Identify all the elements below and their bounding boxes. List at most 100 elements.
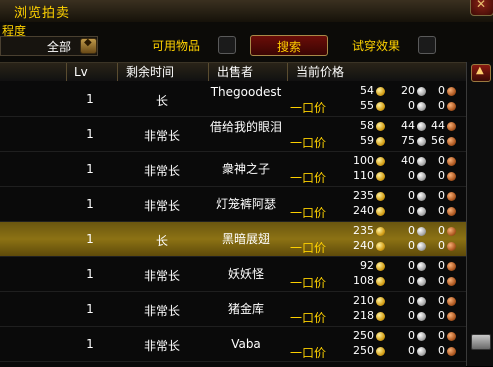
table-row[interactable]: 1 非常长 Vaba 250 0 0 一口价 250 0 0 bbox=[0, 327, 466, 362]
window-title-bar: 浏览拍卖 ✕ bbox=[0, 0, 493, 23]
copper-coin-icon bbox=[447, 157, 456, 166]
copper-coin-icon bbox=[447, 347, 456, 356]
close-button[interactable]: ✕ bbox=[470, 0, 493, 16]
buyout-copper: 0 bbox=[438, 344, 445, 357]
bid-silver: 0 bbox=[408, 189, 415, 202]
gold-coin-icon bbox=[376, 242, 385, 251]
row-seller: 黑暗展翅 bbox=[221, 232, 270, 246]
row-buyout-price: 一口价 218 0 0 bbox=[290, 309, 460, 325]
quality-dropdown[interactable]: 全部 ◆ bbox=[0, 36, 98, 56]
gold-coin-icon bbox=[376, 347, 385, 356]
row-seller: 借给我的眼泪 bbox=[209, 120, 282, 134]
buyout-label: 一口价 bbox=[290, 136, 327, 150]
gold-coin-icon bbox=[376, 332, 385, 341]
copper-coin-icon bbox=[447, 87, 456, 96]
buyout-copper: 0 bbox=[438, 239, 445, 252]
row-buyout-price: 一口价 240 0 0 bbox=[290, 204, 460, 220]
row-bid-price: 58 44 44 bbox=[290, 119, 460, 133]
bid-silver: 40 bbox=[401, 154, 415, 167]
row-level: 1 bbox=[86, 197, 94, 211]
bid-silver: 0 bbox=[408, 294, 415, 307]
copper-coin-icon bbox=[447, 227, 456, 236]
scroll-up-button[interactable]: ▲ bbox=[471, 64, 491, 82]
buyout-gold: 108 bbox=[353, 274, 374, 287]
row-time-left: 非常长 bbox=[143, 269, 180, 283]
row-level: 1 bbox=[86, 302, 94, 316]
scrollbar[interactable]: ▲ bbox=[466, 62, 493, 366]
copper-coin-icon bbox=[447, 172, 456, 181]
buyout-gold: 55 bbox=[360, 99, 374, 112]
bid-copper: 0 bbox=[438, 154, 445, 167]
row-level: 1 bbox=[86, 127, 94, 141]
gold-coin-icon bbox=[376, 137, 385, 146]
row-bid-price: 92 0 0 bbox=[290, 259, 460, 273]
bid-gold: 210 bbox=[353, 294, 374, 307]
buyout-copper: 0 bbox=[438, 274, 445, 287]
row-buyout-price: 一口价 55 0 0 bbox=[290, 99, 460, 115]
table-row[interactable]: 1 非常长 灯笼裤阿瑟 235 0 0 一口价 240 0 0 bbox=[0, 187, 466, 222]
row-seller: 猪金库 bbox=[227, 302, 264, 316]
bid-gold: 235 bbox=[353, 189, 374, 202]
quality-dropdown-value: 全部 bbox=[47, 40, 72, 54]
buyout-gold: 59 bbox=[360, 134, 374, 147]
buyout-copper: 56 bbox=[431, 134, 445, 147]
table-row[interactable]: 1 长 黑暗展翅 235 0 0 一口价 240 0 0 bbox=[0, 222, 466, 257]
gold-coin-icon bbox=[376, 312, 385, 321]
bid-silver: 44 bbox=[401, 119, 415, 132]
gold-coin-icon bbox=[376, 297, 385, 306]
row-buyout-price: 一口价 250 0 0 bbox=[290, 344, 460, 360]
row-level: 1 bbox=[86, 267, 94, 281]
table-row[interactable]: 1 非常长 衆神之子 100 40 0 一口价 110 0 0 bbox=[0, 152, 466, 187]
bid-copper: 44 bbox=[431, 119, 445, 132]
search-button[interactable]: 搜索 bbox=[250, 35, 328, 56]
buyout-gold: 110 bbox=[353, 169, 374, 182]
gold-coin-icon bbox=[376, 122, 385, 131]
scroll-thumb[interactable] bbox=[471, 334, 491, 350]
bid-silver: 0 bbox=[408, 259, 415, 272]
buyout-gold: 240 bbox=[353, 239, 374, 252]
bid-copper: 0 bbox=[438, 329, 445, 342]
copper-coin-icon bbox=[447, 137, 456, 146]
row-seller: 灯笼裤阿瑟 bbox=[215, 197, 276, 211]
bid-gold: 250 bbox=[353, 329, 374, 342]
bid-copper: 0 bbox=[438, 294, 445, 307]
preview-checkbox[interactable] bbox=[418, 36, 436, 54]
dropdown-arrow-button[interactable]: ◆ bbox=[80, 37, 97, 54]
bid-silver: 0 bbox=[408, 329, 415, 342]
sort-lv[interactable]: Lv bbox=[66, 63, 117, 81]
copper-coin-icon bbox=[447, 297, 456, 306]
arrow-up-icon: ▲ bbox=[476, 65, 484, 76]
row-seller: Thegoodest bbox=[210, 85, 282, 99]
gold-coin-icon bbox=[376, 157, 385, 166]
bid-copper: 0 bbox=[438, 224, 445, 237]
table-header: Lv 剩余时间 出售者 当前价格 bbox=[0, 63, 466, 81]
sort-time[interactable]: 剩余时间 bbox=[117, 63, 206, 81]
row-seller: 妖妖怪 bbox=[227, 267, 264, 281]
table-row[interactable]: 1 非常长 借给我的眼泪 58 44 44 一口价 59 75 56 bbox=[0, 117, 466, 152]
row-level: 1 bbox=[86, 337, 94, 351]
buyout-silver: 0 bbox=[408, 239, 415, 252]
table-row[interactable]: 1 非常长 妖妖怪 92 0 0 一口价 108 0 0 bbox=[0, 257, 466, 292]
table-row[interactable]: 1 长 Thegoodest 54 20 0 一口价 55 0 0 bbox=[0, 82, 466, 117]
row-level: 1 bbox=[86, 232, 94, 246]
table-row[interactable]: 1 非常长 猪金库 210 0 0 一口价 218 0 0 bbox=[0, 292, 466, 327]
buyout-silver: 0 bbox=[408, 99, 415, 112]
row-time-left: 非常长 bbox=[143, 199, 180, 213]
row-buyout-price: 一口价 59 75 56 bbox=[290, 134, 460, 150]
buyout-label: 一口价 bbox=[290, 276, 327, 290]
usable-items-checkbox[interactable] bbox=[218, 36, 236, 54]
gold-coin-icon bbox=[376, 207, 385, 216]
bid-gold: 235 bbox=[353, 224, 374, 237]
auction-table: Lv 剩余时间 出售者 当前价格 1 长 Thegoodest 54 20 0 … bbox=[0, 62, 466, 367]
search-button-label: 搜索 bbox=[276, 40, 301, 54]
gold-coin-icon bbox=[376, 227, 385, 236]
preview-label: 试穿效果 bbox=[352, 39, 401, 53]
row-level: 1 bbox=[86, 92, 94, 106]
bid-copper: 0 bbox=[438, 259, 445, 272]
sort-price[interactable]: 当前价格 bbox=[287, 63, 466, 81]
row-seller: Vaba bbox=[231, 337, 261, 351]
sort-seller[interactable]: 出售者 bbox=[208, 63, 287, 81]
copper-coin-icon bbox=[447, 122, 456, 131]
row-buyout-price: 一口价 108 0 0 bbox=[290, 274, 460, 290]
buyout-copper: 0 bbox=[438, 309, 445, 322]
